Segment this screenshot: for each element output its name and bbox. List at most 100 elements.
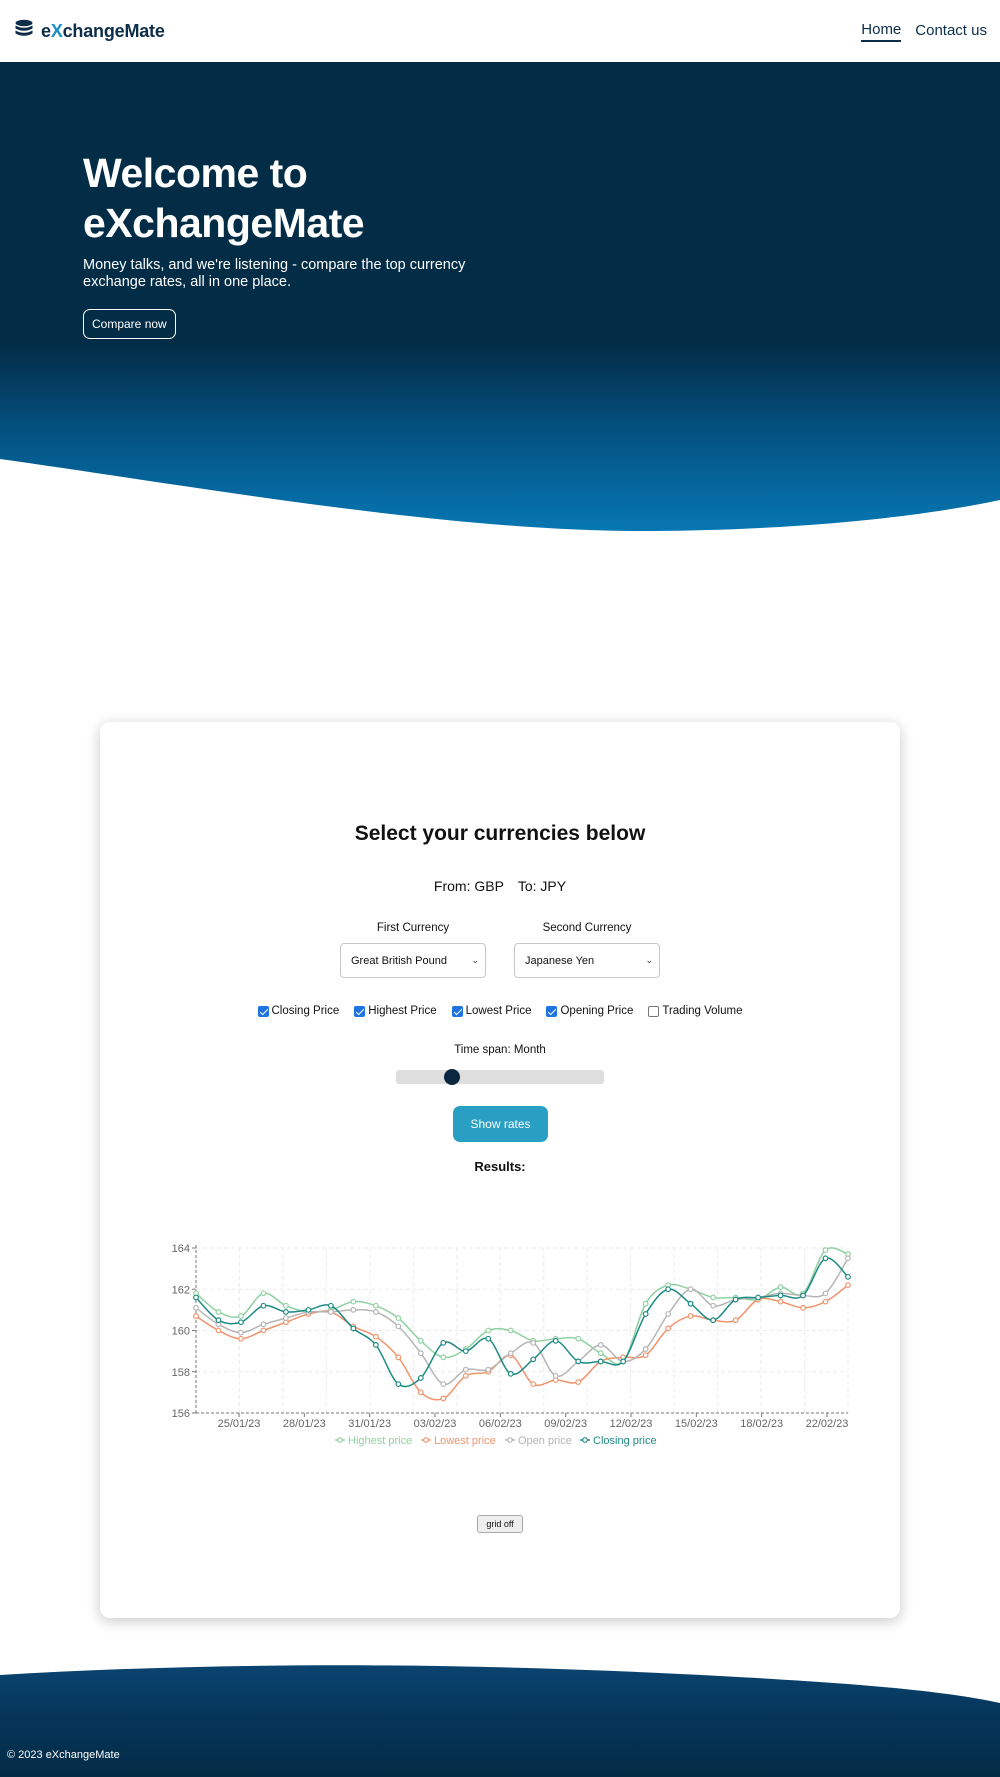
y-tick-label: 158 xyxy=(172,1367,190,1379)
data-point xyxy=(800,1304,806,1311)
data-point xyxy=(822,1298,829,1305)
data-point xyxy=(665,1286,672,1293)
hero-title-line2: eXchangeMate xyxy=(83,200,365,246)
data-point xyxy=(530,1339,537,1346)
data-point xyxy=(283,1315,289,1322)
brand[interactable]: eXchangeMate xyxy=(13,18,165,45)
data-point xyxy=(327,1302,334,1309)
x-tick-label: 12/02/23 xyxy=(610,1418,653,1430)
hero-wave xyxy=(0,459,1000,532)
data-point xyxy=(417,1389,424,1396)
data-point xyxy=(260,1321,267,1328)
x-tick-label: 15/02/23 xyxy=(675,1418,718,1430)
data-point xyxy=(440,1339,447,1346)
legend-label: Lowest price xyxy=(434,1435,496,1447)
data-point xyxy=(193,1294,199,1301)
legend-swatch-marker xyxy=(507,1437,513,1443)
data-point xyxy=(575,1358,582,1365)
data-point xyxy=(665,1325,672,1332)
data-point xyxy=(710,1317,717,1324)
data-point xyxy=(260,1290,267,1297)
data-point xyxy=(440,1381,447,1388)
brand-rest: changeMate xyxy=(62,20,165,41)
data-point xyxy=(530,1356,537,1363)
data-point xyxy=(350,1325,357,1332)
data-point xyxy=(350,1298,357,1305)
data-point xyxy=(327,1309,334,1315)
x-tick-label: 28/01/23 xyxy=(283,1418,326,1430)
data-point xyxy=(710,1294,717,1301)
x-tick-label: 25/01/23 xyxy=(218,1418,261,1430)
data-point xyxy=(462,1348,469,1355)
data-point xyxy=(507,1327,514,1334)
data-point xyxy=(193,1313,199,1319)
data-point xyxy=(575,1335,582,1342)
brand-name: eXchangeMate xyxy=(41,21,165,42)
data-point xyxy=(260,1327,267,1334)
data-point xyxy=(732,1317,739,1324)
data-point xyxy=(260,1302,267,1309)
data-point xyxy=(507,1350,514,1357)
data-point xyxy=(417,1375,424,1381)
legend-label: Highest price xyxy=(348,1435,412,1447)
nav-links: Home Contact us xyxy=(861,21,987,42)
brand-x: X xyxy=(50,20,63,41)
data-point xyxy=(238,1319,244,1326)
data-point xyxy=(372,1333,379,1340)
data-point xyxy=(845,1255,851,1262)
data-point xyxy=(507,1370,514,1377)
data-point xyxy=(238,1329,244,1336)
nav-link-home[interactable]: Home xyxy=(861,21,902,42)
brand-prefix: e xyxy=(41,20,51,41)
legend-swatch-marker xyxy=(337,1437,343,1443)
data-point xyxy=(552,1372,559,1379)
hero-title-line1: Welcome to xyxy=(83,150,308,196)
data-point xyxy=(687,1286,694,1293)
page: eXchangeMate Home Contact us Welcome to … xyxy=(0,0,1000,1777)
hero-section: Welcome to eXchangeMate Money talks, and… xyxy=(0,62,1000,532)
data-point xyxy=(732,1296,739,1303)
grid-toggle-button[interactable]: grid off xyxy=(477,1515,523,1533)
data-point xyxy=(822,1290,829,1297)
y-tick-label: 156 xyxy=(172,1408,190,1420)
y-tick-label: 164 xyxy=(172,1243,190,1255)
data-point xyxy=(642,1346,649,1352)
data-point xyxy=(597,1350,604,1357)
data-point xyxy=(687,1313,694,1319)
legend-swatch-marker xyxy=(582,1437,588,1443)
y-tick-label: 160 xyxy=(172,1326,190,1338)
x-tick-label: 18/02/23 xyxy=(740,1418,783,1430)
data-point xyxy=(440,1395,447,1402)
y-tick-label: 162 xyxy=(172,1284,190,1296)
footer-copyright: © 2023 eXchangeMate xyxy=(7,1749,120,1761)
nav-link-contact[interactable]: Contact us xyxy=(915,22,987,41)
currency-card: Select your currencies below From: GBP T… xyxy=(100,722,900,1618)
data-point xyxy=(238,1313,244,1319)
data-point xyxy=(417,1337,424,1344)
x-tick-label: 06/02/23 xyxy=(479,1418,522,1430)
hero-subtitle: Money talks, and we're listening - compa… xyxy=(83,257,466,290)
data-point xyxy=(687,1300,694,1307)
coins-icon xyxy=(13,18,35,45)
data-point xyxy=(485,1327,492,1334)
data-point xyxy=(395,1354,402,1361)
data-point xyxy=(440,1354,447,1361)
data-point xyxy=(845,1282,851,1289)
series-line xyxy=(195,1257,849,1386)
footer-background xyxy=(0,1665,1000,1777)
legend-swatch-marker xyxy=(423,1437,429,1443)
series-line xyxy=(195,1257,849,1388)
data-point xyxy=(417,1350,424,1357)
data-point xyxy=(575,1379,582,1385)
data-point xyxy=(372,1309,379,1315)
data-point xyxy=(305,1306,312,1313)
legend-label: Closing price xyxy=(593,1435,657,1447)
price-chart: 164 162 160 158 156 25/01/23 28/01/23 31/01/23 0… xyxy=(172,1243,851,1447)
data-point xyxy=(822,1255,829,1262)
data-point xyxy=(283,1309,289,1315)
hero-title: Welcome to eXchangeMate xyxy=(83,148,365,248)
data-point xyxy=(485,1335,492,1342)
compare-now-button[interactable]: Compare now xyxy=(83,309,176,339)
data-point xyxy=(395,1315,402,1322)
x-tick-label: 31/01/23 xyxy=(348,1418,391,1430)
